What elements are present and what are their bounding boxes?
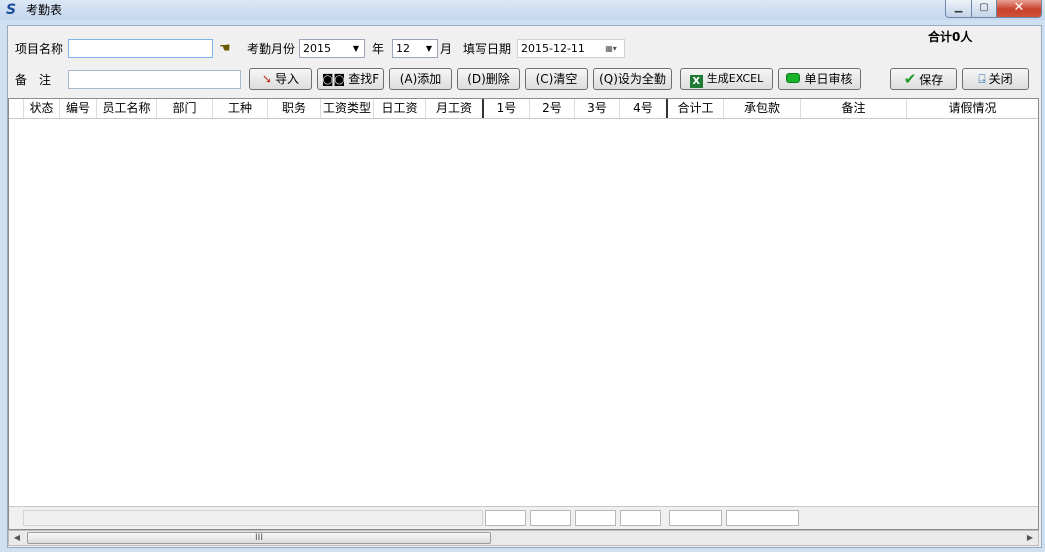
delete-button[interactable]: (D)删除 — [457, 68, 520, 90]
column-header-daily-wage[interactable]: 日工资 — [374, 99, 426, 118]
footer-cell — [23, 510, 483, 526]
column-header-total-work[interactable]: 合计工 — [668, 99, 724, 118]
footer-cell — [575, 510, 616, 526]
remark-input[interactable] — [68, 70, 241, 89]
scroll-right-arrow-icon[interactable]: ▶ — [1022, 531, 1038, 545]
column-header-wage-type[interactable]: 工资类型 — [321, 99, 374, 118]
year-unit-label: 年 — [372, 42, 385, 56]
project-name-label: 项目名称 — [15, 42, 64, 56]
grid-summary-footer — [9, 506, 1038, 529]
daily-review-button[interactable]: 单日审核 — [778, 68, 861, 90]
exit-door-icon: ⍈ — [978, 72, 986, 86]
column-header-position[interactable]: 职务 — [268, 99, 321, 118]
month-value: 12 — [396, 42, 410, 55]
chevron-down-icon: ▼ — [425, 44, 433, 53]
save-label: 保存 — [919, 73, 944, 87]
close-label: 关闭 — [988, 72, 1013, 86]
import-label: 导入 — [275, 72, 300, 86]
title-bar[interactable]: S 考勤表 ▁ ▢ ✕ — [0, 0, 1045, 20]
column-header-status[interactable]: 状态 — [24, 99, 60, 118]
daily-review-label: 单日审核 — [804, 72, 853, 86]
pointing-hand-icon[interactable]: ☚ — [219, 41, 231, 57]
calendar-icon[interactable]: ▦▾ — [598, 40, 624, 57]
search-label: 查找F — [348, 72, 380, 86]
footer-cell — [669, 510, 722, 526]
total-count: 合计0人 — [928, 30, 973, 44]
row-indicator-column — [9, 99, 24, 118]
year-select[interactable]: 2015 ▼ — [299, 39, 365, 58]
main-window: S 考勤表 ▁ ▢ ✕ 项目名称 ☚ 考勤月份 2015 ▼ 年 12 ▼ 月 … — [0, 0, 1045, 552]
export-excel-label: 生成EXCEL — [706, 72, 764, 85]
month-label: 考勤月份 — [247, 42, 296, 56]
footer-cell — [530, 510, 571, 526]
fill-date-label: 填写日期 — [463, 42, 512, 56]
binoculars-icon: ◙◙ — [321, 72, 346, 86]
footer-cell — [620, 510, 661, 526]
column-header-leave-status[interactable]: 请假情况 — [907, 99, 1038, 118]
window-controls: ▁ ▢ ✕ — [945, 0, 1042, 18]
column-header-monthly-wage[interactable]: 月工资 — [426, 99, 484, 118]
column-header-day-4[interactable]: 4号 — [620, 99, 668, 118]
grid-header: 状态 编号 员工名称 部门 工种 职务 工资类型 日工资 月工资 1号 2号 3… — [9, 99, 1038, 119]
fill-date-picker[interactable]: 2015-12-11 ▦▾ — [517, 39, 625, 58]
window-title: 考勤表 — [26, 3, 63, 17]
clear-button[interactable]: (C)清空 — [525, 68, 588, 90]
add-button[interactable]: (A)添加 — [389, 68, 452, 90]
close-window-button[interactable]: ✕ — [997, 0, 1042, 18]
minimize-button[interactable]: ▁ — [945, 0, 972, 18]
project-name-input[interactable] — [68, 39, 213, 58]
column-header-day-3[interactable]: 3号 — [575, 99, 620, 118]
horizontal-scrollbar[interactable]: ◀ III ▶ — [8, 530, 1039, 546]
column-header-employee-name[interactable]: 员工名称 — [97, 99, 157, 118]
maximize-button[interactable]: ▢ — [972, 0, 997, 18]
scrollbar-thumb[interactable]: III — [27, 532, 491, 544]
column-header-id[interactable]: 编号 — [60, 99, 97, 118]
import-icon: ➘ — [261, 72, 273, 86]
column-header-day-1[interactable]: 1号 — [484, 99, 530, 118]
scroll-left-arrow-icon[interactable]: ◀ — [9, 531, 25, 545]
close-button[interactable]: ⍈ 关闭 — [962, 68, 1029, 90]
year-value: 2015 — [303, 42, 331, 55]
footer-cell — [485, 510, 526, 526]
attendance-grid[interactable]: 状态 编号 员工名称 部门 工种 职务 工资类型 日工资 月工资 1号 2号 3… — [8, 98, 1039, 530]
save-button[interactable]: ✔ 保存 — [890, 68, 957, 90]
checkmark-icon: ✔ — [903, 70, 917, 88]
excel-icon: X — [689, 75, 703, 88]
remark-label: 备 注 — [15, 73, 52, 87]
chevron-down-icon: ▼ — [352, 44, 360, 53]
export-excel-button[interactable]: X 生成EXCEL — [680, 68, 773, 90]
search-button[interactable]: ◙◙ 查找F — [317, 68, 384, 90]
set-full-attendance-button[interactable]: (Q)设为全勤 — [593, 68, 672, 90]
column-header-job-type[interactable]: 工种 — [213, 99, 268, 118]
app-logo-icon: S — [6, 2, 17, 18]
footer-cell — [726, 510, 799, 526]
month-select[interactable]: 12 ▼ — [392, 39, 438, 58]
column-header-remark[interactable]: 备注 — [801, 99, 907, 118]
column-header-day-2[interactable]: 2号 — [530, 99, 575, 118]
column-header-department[interactable]: 部门 — [157, 99, 213, 118]
column-header-contract-payment[interactable]: 承包款 — [724, 99, 801, 118]
green-led-icon — [786, 73, 801, 83]
import-button[interactable]: ➘ 导入 — [249, 68, 312, 90]
month-unit-label: 月 — [440, 42, 453, 56]
fill-date-value: 2015-12-11 — [521, 42, 585, 55]
